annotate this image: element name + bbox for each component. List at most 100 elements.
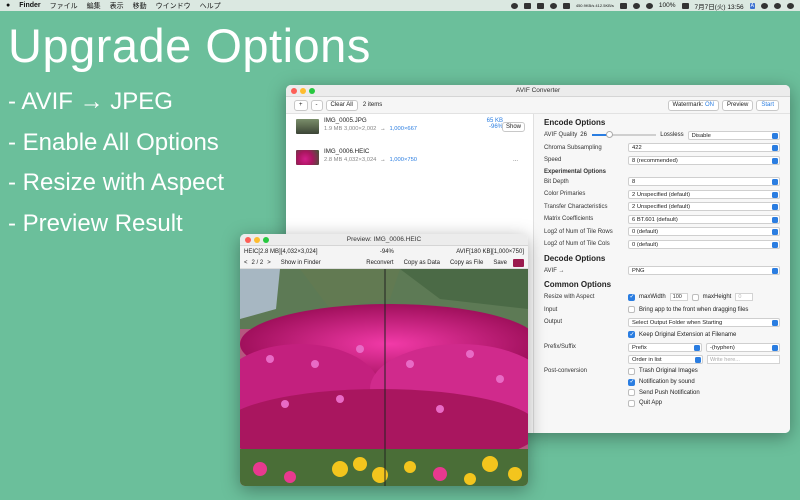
push-notification-checkbox[interactable] bbox=[628, 389, 635, 397]
decode-format-select[interactable]: PNG bbox=[628, 266, 780, 276]
converter-title: AVIF Converter bbox=[515, 87, 561, 94]
trash-originals-checkbox[interactable] bbox=[628, 367, 635, 375]
minimize-button[interactable] bbox=[300, 88, 306, 94]
keep-ext-checkbox[interactable] bbox=[628, 331, 635, 339]
bit-depth-select[interactable]: 8 bbox=[628, 177, 780, 187]
close-button[interactable] bbox=[291, 88, 297, 94]
cloud-icon[interactable] bbox=[549, 2, 557, 9]
quality-value: 26 bbox=[580, 132, 587, 139]
add-file-button[interactable]: + bbox=[294, 99, 308, 111]
transfer-select[interactable]: 2 Unspecified (default) bbox=[628, 202, 780, 212]
wifi-icon[interactable] bbox=[645, 2, 653, 9]
clock[interactable]: 7月7日(火) 13:56 bbox=[695, 1, 744, 11]
bluetooth-icon[interactable] bbox=[632, 2, 640, 9]
lossless-select[interactable]: Disable bbox=[687, 130, 780, 140]
background-color-swatch[interactable] bbox=[513, 258, 524, 267]
quit-app-checkbox[interactable] bbox=[628, 399, 635, 407]
clear-all-button[interactable]: Clear All bbox=[325, 99, 358, 111]
file-meta: 1.9 MB 3,000×2,002 → 1,000×667 bbox=[324, 126, 417, 132]
close-button[interactable] bbox=[245, 237, 251, 243]
quality-slider[interactable] bbox=[592, 131, 657, 139]
notify-sound-label: Notification by sound bbox=[639, 379, 695, 386]
item-count: 2 items bbox=[362, 102, 383, 108]
keep-ext-row: Keep Original Extension at Filename bbox=[544, 329, 780, 342]
zoom-button[interactable] bbox=[263, 237, 269, 243]
quality-slider-knob[interactable] bbox=[605, 131, 613, 139]
max-width-checkbox[interactable] bbox=[628, 293, 635, 301]
monitor-icon[interactable] bbox=[619, 2, 627, 9]
max-height-input[interactable]: 0 bbox=[735, 293, 754, 302]
transfer-row: Transfer Characteristics 2 Unspecified (… bbox=[544, 201, 780, 214]
control-center-icon[interactable] bbox=[774, 2, 781, 9]
preview-image[interactable] bbox=[240, 269, 528, 486]
separator-select[interactable]: -(hyphen) bbox=[706, 342, 780, 352]
zoom-button[interactable] bbox=[309, 88, 315, 94]
status-app-icon[interactable] bbox=[510, 2, 518, 9]
start-button[interactable]: Start bbox=[756, 99, 779, 111]
notification-center-icon[interactable] bbox=[787, 2, 794, 9]
battery-icon[interactable] bbox=[681, 2, 689, 9]
file-row[interactable]: IMG_0005.JPG 1.9 MB 3,000×2,002 → 1,000×… bbox=[286, 114, 533, 145]
remove-file-button[interactable]: - bbox=[310, 99, 323, 111]
bring-front-checkbox[interactable] bbox=[628, 306, 635, 314]
converter-toolbar: + - Clear All 2 items Watermark: ON Prev… bbox=[286, 97, 790, 114]
transfer-label: Transfer Characteristics bbox=[544, 203, 608, 210]
notify-sound-checkbox[interactable] bbox=[628, 378, 635, 386]
menu-item-view[interactable]: 表示 bbox=[110, 1, 124, 11]
max-height-checkbox[interactable] bbox=[691, 293, 699, 301]
promo-feature-list: - AVIF → JPEG - Enable All Options - Res… bbox=[8, 88, 224, 250]
copy-as-file-button[interactable]: Copy as File bbox=[450, 260, 483, 266]
file-thumbnail bbox=[296, 119, 319, 134]
show-file-button[interactable]: Show bbox=[501, 122, 525, 132]
show-in-finder-button[interactable]: Show in Finder bbox=[281, 260, 321, 266]
decode-options-heading: Decode Options bbox=[544, 253, 606, 263]
color-primaries-select[interactable]: 2 Unspecified (default) bbox=[628, 189, 780, 199]
write-here-input[interactable]: Write here... bbox=[707, 355, 780, 365]
save-button[interactable]: Save bbox=[493, 260, 507, 266]
preview-titlebar[interactable]: Preview: IMG_0006.HEIC bbox=[240, 234, 528, 246]
dropbox-icon[interactable] bbox=[523, 2, 531, 9]
promo-item-avif-jpeg: - AVIF → JPEG bbox=[8, 88, 173, 115]
menu-item-file[interactable]: ファイル bbox=[50, 1, 78, 11]
menu-item-window[interactable]: ウインドウ bbox=[156, 1, 191, 11]
tile-rows-select[interactable]: 0 (default) bbox=[628, 227, 780, 237]
chroma-select[interactable]: 422 bbox=[628, 143, 780, 153]
preview-button[interactable]: Preview bbox=[721, 99, 754, 111]
output-select[interactable]: Select Output Folder when Starting bbox=[628, 317, 780, 327]
experimental-heading: Experimental Options bbox=[544, 168, 607, 175]
menu-item-help[interactable]: ヘルプ bbox=[200, 1, 221, 11]
search-icon[interactable] bbox=[761, 2, 768, 9]
next-button[interactable]: > bbox=[267, 260, 271, 266]
previous-button[interactable]: < bbox=[244, 260, 248, 266]
menu-item-go[interactable]: 移動 bbox=[133, 1, 147, 11]
max-width-input[interactable]: 100 bbox=[669, 293, 688, 302]
prefix-select[interactable]: Prefix bbox=[628, 342, 702, 352]
tile-cols-row: Log2 of Num of Tile Cols 0 (default) bbox=[544, 238, 780, 251]
reconvert-button[interactable]: Reconvert bbox=[366, 260, 393, 266]
order-select[interactable]: Order in list bbox=[628, 355, 703, 365]
push-notification-label: Send Push Notification bbox=[639, 389, 700, 396]
input-mode-icon[interactable]: A bbox=[749, 2, 755, 9]
toolbar-right: Watermark: ON Preview Start bbox=[667, 99, 782, 111]
tile-cols-select[interactable]: 0 (default) bbox=[628, 239, 780, 249]
arrow-icon: → bbox=[380, 157, 386, 163]
folder-icon[interactable] bbox=[536, 2, 544, 9]
chroma-label: Chroma Subsampling bbox=[544, 144, 602, 151]
speed-row: Speed 8 (recommended) bbox=[544, 154, 780, 167]
watermark-toggle[interactable]: Watermark: ON bbox=[667, 99, 719, 111]
promo-item-preview: - Preview Result bbox=[8, 209, 183, 237]
copy-as-data-button[interactable]: Copy as Data bbox=[404, 260, 440, 266]
box-icon[interactable] bbox=[562, 2, 570, 9]
prefix-label: Prefix/Suffix bbox=[544, 344, 576, 351]
minimize-button[interactable] bbox=[254, 237, 260, 243]
apple-menu-icon[interactable]: ● bbox=[6, 2, 10, 9]
network-speed: 450.9KB/s 412.5KB/s bbox=[575, 2, 614, 8]
menu-app-name[interactable]: Finder bbox=[19, 2, 40, 9]
matrix-label: Matrix Coefficients bbox=[544, 216, 594, 223]
speed-select[interactable]: 8 (recommended) bbox=[628, 155, 780, 165]
bring-front-label: Bring app to the front when dragging fil… bbox=[639, 306, 749, 313]
converter-titlebar[interactable]: AVIF Converter bbox=[286, 85, 790, 97]
matrix-select[interactable]: 6 BT.601 (default) bbox=[628, 214, 780, 224]
menu-item-edit[interactable]: 編集 bbox=[87, 1, 101, 11]
file-row[interactable]: IMG_0006.HEIC 2.8 MB 4,032×3,024 → 1,000… bbox=[286, 145, 533, 176]
